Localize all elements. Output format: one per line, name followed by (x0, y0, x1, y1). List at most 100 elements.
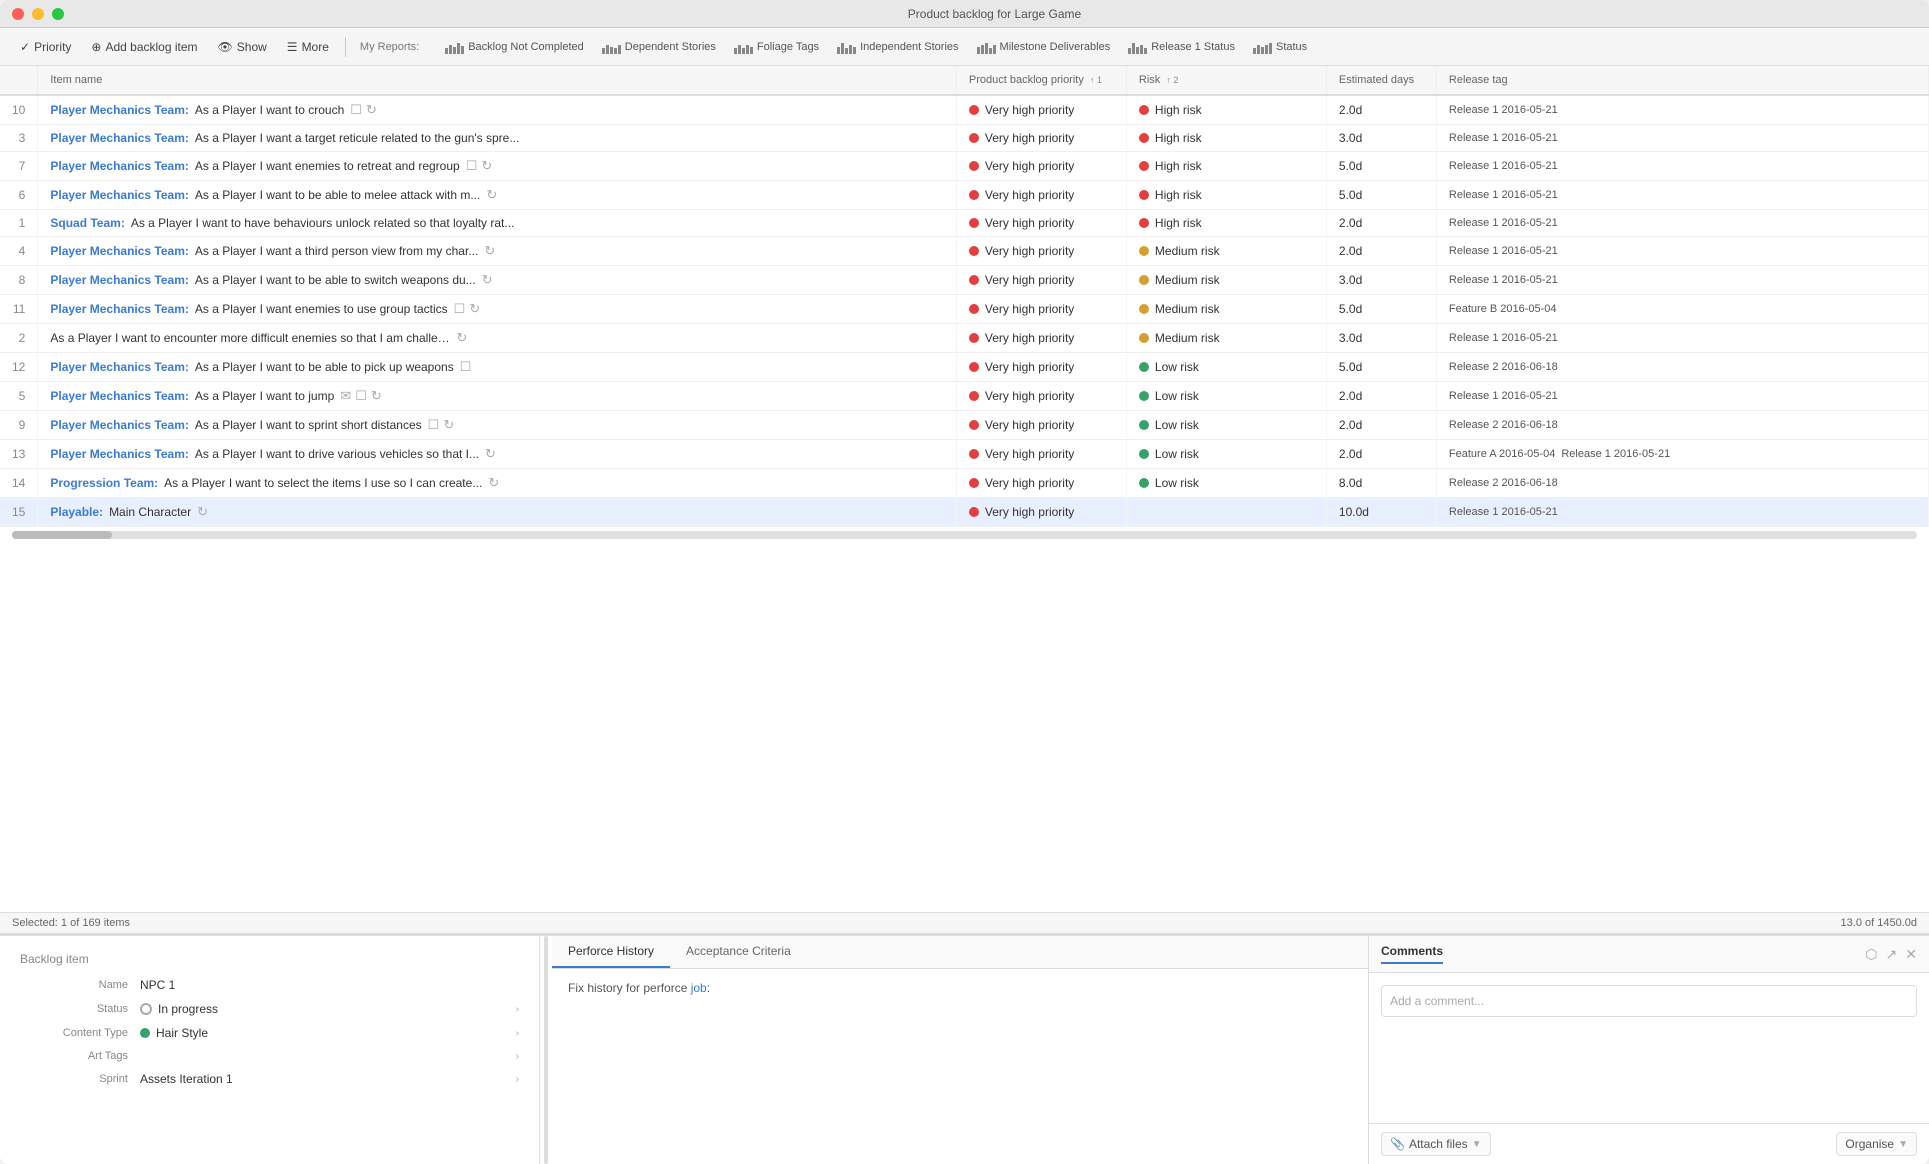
detail-field-arrow[interactable]: › (516, 1028, 519, 1039)
row-item-name: Player Mechanics Team:As a Player I want… (38, 237, 957, 266)
spinner-icon[interactable]: ↻ (482, 272, 493, 288)
spinner-icon[interactable]: ↻ (371, 388, 382, 404)
priority-dot (969, 478, 979, 488)
checkbox-icon[interactable]: ☐ (460, 359, 472, 375)
priority-dot (969, 420, 979, 430)
tab-dependent-stories[interactable]: Dependent Stories (594, 36, 724, 58)
detail-field-arrow[interactable]: › (516, 1074, 519, 1085)
tab-foliage-tags[interactable]: Foliage Tags (726, 36, 827, 58)
detail-field-value[interactable]: Hair Style› (140, 1026, 519, 1040)
table-row[interactable]: 15Playable:Main Character↻Very high prio… (0, 498, 1929, 527)
risk-dot (1139, 420, 1149, 430)
spinner-icon[interactable]: ↻ (488, 475, 499, 491)
spinner-icon[interactable]: ↻ (366, 102, 377, 118)
risk-dot (1139, 190, 1149, 200)
row-number: 10 (0, 95, 38, 125)
row-risk: High risk (1126, 152, 1326, 181)
table-area[interactable]: Item name Product backlog priority ↑ 1 R… (0, 66, 1929, 913)
checkbox-icon[interactable]: ☐ (355, 388, 367, 404)
table-row[interactable]: 4Player Mechanics Team:As a Player I wan… (0, 237, 1929, 266)
table-row[interactable]: 7Player Mechanics Team:As a Player I wan… (0, 152, 1929, 181)
external-link-icon[interactable]: ↗ (1886, 946, 1898, 963)
perforce-link[interactable]: job (691, 981, 707, 995)
spinner-icon[interactable]: ↻ (484, 243, 495, 259)
table-row[interactable]: 5Player Mechanics Team:As a Player I wan… (0, 382, 1929, 411)
tab-milestone-deliverables[interactable]: Milestone Deliverables (969, 36, 1119, 58)
row-release-tags: Feature B 2016-05-04 (1436, 295, 1928, 324)
col-priority[interactable]: Product backlog priority ↑ 1 (956, 66, 1126, 95)
detail-field-value[interactable]: Assets Iteration 1› (140, 1072, 519, 1086)
my-reports-label: My Reports: (354, 41, 425, 53)
tab-release-1-status[interactable]: Release 1 Status (1120, 36, 1243, 58)
minimize-button[interactable] (32, 8, 44, 20)
tab-status[interactable]: Status (1245, 36, 1315, 58)
detail-field-value: NPC 1 (140, 978, 519, 992)
row-est-days: 3.0d (1326, 266, 1436, 295)
row-priority: Very high priority (956, 181, 1126, 210)
priority-button[interactable]: ✓ Priority (12, 36, 79, 58)
spinner-icon[interactable]: ↻ (443, 417, 454, 433)
attach-icon: 📎 (1390, 1137, 1405, 1151)
detail-field-value[interactable]: In progress› (140, 1002, 519, 1016)
checkbox-icon[interactable]: ☐ (454, 301, 466, 317)
table-row[interactable]: 12Player Mechanics Team:As a Player I wa… (0, 353, 1929, 382)
row-item-name: Player Mechanics Team:As a Player I want… (38, 295, 957, 324)
close-button[interactable] (12, 8, 24, 20)
expand-icon[interactable]: ⬡ (1865, 946, 1877, 963)
tab-backlog-not-completed[interactable]: Backlog Not Completed (437, 36, 592, 58)
table-row[interactable]: 3Player Mechanics Team:As a Player I wan… (0, 125, 1929, 152)
spinner-icon[interactable]: ↻ (486, 187, 497, 203)
horizontal-scrollbar[interactable] (12, 531, 1917, 539)
maximize-button[interactable] (52, 8, 64, 20)
spinner-icon[interactable]: ↻ (469, 301, 480, 317)
checkbox-icon[interactable]: ☐ (428, 417, 440, 433)
more-button[interactable]: ☰ More (279, 36, 337, 58)
row-est-days: 2.0d (1326, 95, 1436, 125)
detail-field-label: Status (20, 1003, 140, 1015)
checkbox-icon[interactable]: ☐ (350, 102, 362, 118)
detail-scrollbar[interactable] (544, 936, 548, 1164)
mail-icon[interactable]: ✉ (340, 388, 351, 404)
table-row[interactable]: 14Progression Team:As a Player I want to… (0, 469, 1929, 498)
row-priority: Very high priority (956, 266, 1126, 295)
detail-field-arrow[interactable]: › (516, 1004, 519, 1015)
tab-independent-stories[interactable]: Independent Stories (829, 36, 966, 58)
table-row[interactable]: 9Player Mechanics Team:As a Player I wan… (0, 411, 1929, 440)
spinner-icon[interactable]: ↻ (485, 446, 496, 462)
table-row[interactable]: 6Player Mechanics Team:As a Player I wan… (0, 181, 1929, 210)
col-risk[interactable]: Risk ↑ 2 (1126, 66, 1326, 95)
table-row[interactable]: 13Player Mechanics Team:As a Player I wa… (0, 440, 1929, 469)
detail-field-arrow[interactable]: › (516, 1051, 519, 1062)
checkbox-icon[interactable]: ☐ (466, 158, 478, 174)
attach-files-button[interactable]: 📎 Attach files ▼ (1381, 1132, 1491, 1156)
release-tag: Release 1 2016-05-21 (1449, 274, 1558, 286)
comments-panel: Comments ⬡ ↗ ✕ Add a comment... 📎 Attach… (1369, 936, 1929, 1164)
table-row[interactable]: 1Squad Team:As a Player I want to have b… (0, 210, 1929, 237)
organise-button[interactable]: Organise ▼ (1836, 1132, 1917, 1156)
table-row[interactable]: 11Player Mechanics Team:As a Player I wa… (0, 295, 1929, 324)
add-backlog-button[interactable]: ⊕ Add backlog item (83, 36, 205, 58)
comment-input[interactable]: Add a comment... (1381, 985, 1917, 1017)
detail-field-value[interactable]: › (140, 1051, 519, 1062)
tab-acceptance-criteria[interactable]: Acceptance Criteria (670, 936, 807, 968)
row-est-days: 2.0d (1326, 411, 1436, 440)
spinner-icon[interactable]: ↻ (456, 330, 467, 346)
show-button[interactable]: 👁 Show (210, 36, 275, 58)
main-content: Item name Product backlog priority ↑ 1 R… (0, 66, 1929, 1164)
close-icon[interactable]: ✕ (1905, 946, 1917, 963)
spinner-icon[interactable]: ↻ (481, 158, 492, 174)
risk-dot (1139, 246, 1149, 256)
row-release-tags: Release 1 2016-05-21 (1436, 498, 1928, 527)
col-release-tag: Release tag (1436, 66, 1928, 95)
window-title: Product backlog for Large Game (72, 7, 1917, 21)
row-risk: Medium risk (1126, 324, 1326, 353)
spinner-icon[interactable]: ↻ (197, 504, 208, 520)
tab-content: Fix history for perforce job: (552, 969, 1368, 1164)
comments-actions: ⬡ ↗ ✕ (1865, 946, 1917, 963)
bar-chart-icon (1128, 40, 1147, 54)
tab-perforce-history[interactable]: Perforce History (552, 936, 670, 968)
table-row[interactable]: 10Player Mechanics Team:As a Player I wa… (0, 95, 1929, 125)
row-number: 8 (0, 266, 38, 295)
table-row[interactable]: 2As a Player I want to encounter more di… (0, 324, 1929, 353)
table-row[interactable]: 8Player Mechanics Team:As a Player I wan… (0, 266, 1929, 295)
